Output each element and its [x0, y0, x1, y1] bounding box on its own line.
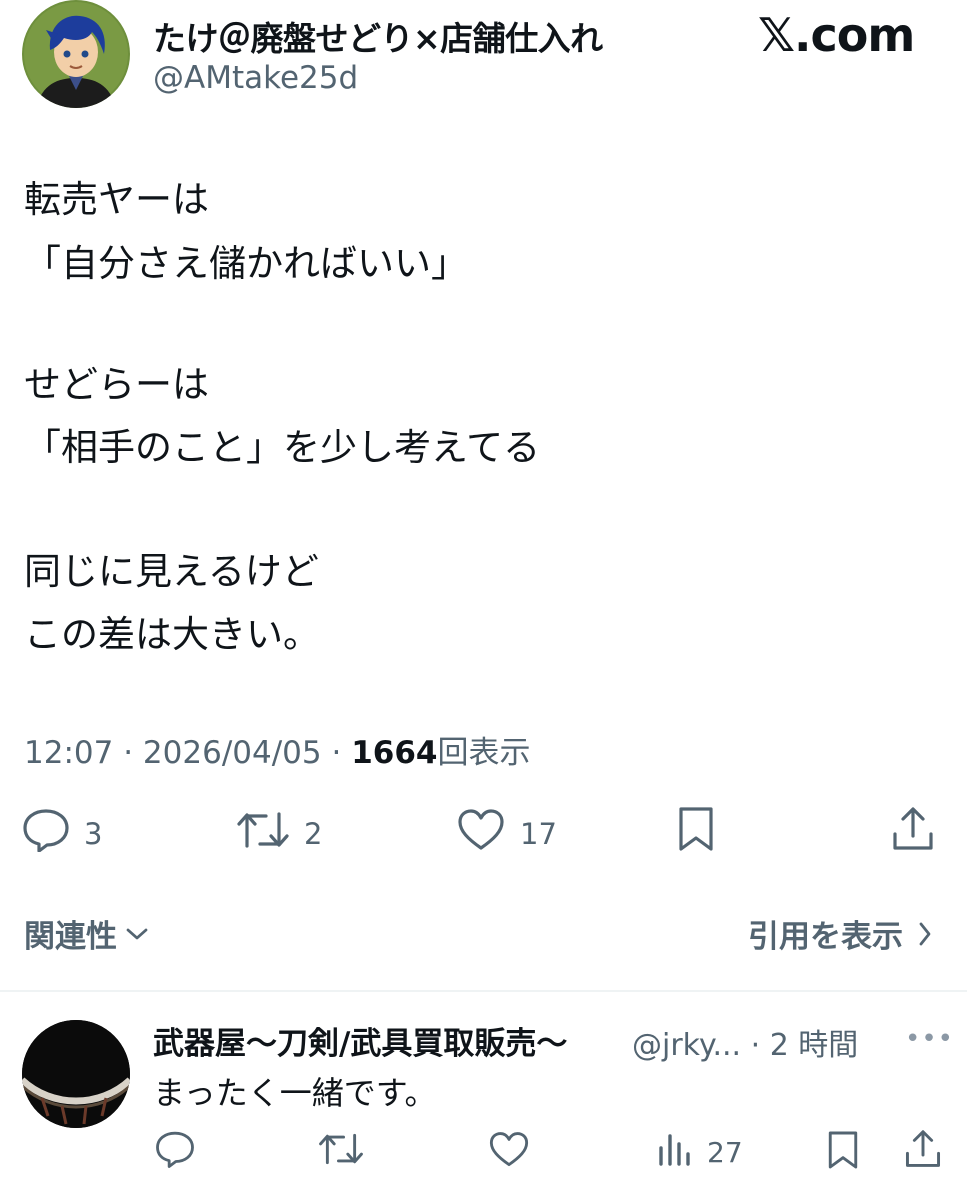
- tweet-text-line: この差は大きい。: [24, 613, 320, 656]
- share-icon: [891, 807, 935, 856]
- reply-like-button[interactable]: [488, 1131, 530, 1172]
- tweet-text-line: 同じに見えるけど: [24, 550, 319, 593]
- bookmark-button[interactable]: [676, 806, 716, 856]
- reply-author-meta: @jrky... · 2 時間: [632, 1020, 858, 1064]
- meta-separator: ·: [750, 1028, 770, 1063]
- share-icon: [904, 1130, 942, 1173]
- reply-author-name[interactable]: 武器屋〜刀剣/武具買取販売〜: [153, 1018, 567, 1063]
- like-count: 17: [520, 816, 557, 851]
- reply-share-button[interactable]: [904, 1129, 942, 1173]
- section-divider: [0, 990, 967, 992]
- tweet-text-line: せどらーは: [24, 363, 209, 406]
- reply-count: 3: [84, 816, 103, 851]
- retweet-icon: [318, 1133, 364, 1172]
- view-quotes-link[interactable]: 引用を表示: [748, 911, 933, 956]
- reply-time[interactable]: 2 時間: [770, 1028, 859, 1063]
- tweet-text-line: 転売ヤーは: [24, 178, 209, 221]
- reply-author-handle[interactable]: @jrky...: [632, 1028, 741, 1063]
- retweet-icon: [236, 808, 290, 859]
- author-display-name[interactable]: たけ＠廃盤せどり×店舗仕入れ: [153, 12, 603, 60]
- meta-separator: ·: [123, 735, 143, 771]
- bar-chart-icon: [657, 1130, 691, 1175]
- views-count: 1664: [351, 735, 438, 771]
- retweet-count: 2: [304, 816, 323, 851]
- reply-reply-button[interactable]: [155, 1130, 195, 1172]
- reply-icon: [22, 808, 70, 859]
- bookmark-icon: [826, 1131, 860, 1174]
- reply-views-count: 27: [707, 1136, 743, 1169]
- reply-views-button[interactable]: 27: [657, 1130, 743, 1175]
- sort-relevance-dropdown[interactable]: 関連性: [24, 911, 149, 956]
- reply-author-avatar[interactable]: [22, 1020, 130, 1128]
- tweet-date[interactable]: 2026/04/05: [143, 735, 322, 771]
- quotes-label: 引用を表示: [748, 919, 903, 955]
- reply-button[interactable]: 3: [22, 808, 102, 859]
- meta-separator: ·: [331, 735, 352, 771]
- views-label: 回表示: [437, 735, 531, 771]
- chevron-down-icon: [125, 926, 149, 942]
- reply-bookmark-button[interactable]: [826, 1130, 860, 1174]
- tweet-text-line: 「自分さえ儲かればいい」: [24, 242, 468, 285]
- tweet-time[interactable]: 12:07: [24, 735, 113, 771]
- heart-icon: [456, 808, 506, 859]
- tweet-meta: 12:07 · 2026/04/05 · 1664回表示: [24, 727, 530, 772]
- reply-icon: [155, 1131, 195, 1172]
- author-avatar[interactable]: [22, 0, 130, 108]
- like-button[interactable]: 17: [456, 808, 557, 859]
- relevance-label: 関連性: [24, 919, 117, 955]
- chevron-right-icon: [917, 921, 933, 947]
- x-logo-wordmark: 𝕏.com: [758, 8, 915, 62]
- heart-icon: [488, 1132, 530, 1172]
- reply-retweet-button[interactable]: [318, 1130, 364, 1172]
- author-handle[interactable]: @AMtake25d: [153, 60, 358, 96]
- more-options-icon[interactable]: •••: [905, 1024, 954, 1054]
- tweet-text-line: 「相手のこと」を少し考えてる: [24, 426, 541, 469]
- share-button[interactable]: [891, 806, 935, 856]
- bookmark-icon: [676, 807, 716, 856]
- reply-text: まったく一緒です。: [153, 1074, 437, 1112]
- retweet-button[interactable]: 2: [236, 808, 322, 859]
